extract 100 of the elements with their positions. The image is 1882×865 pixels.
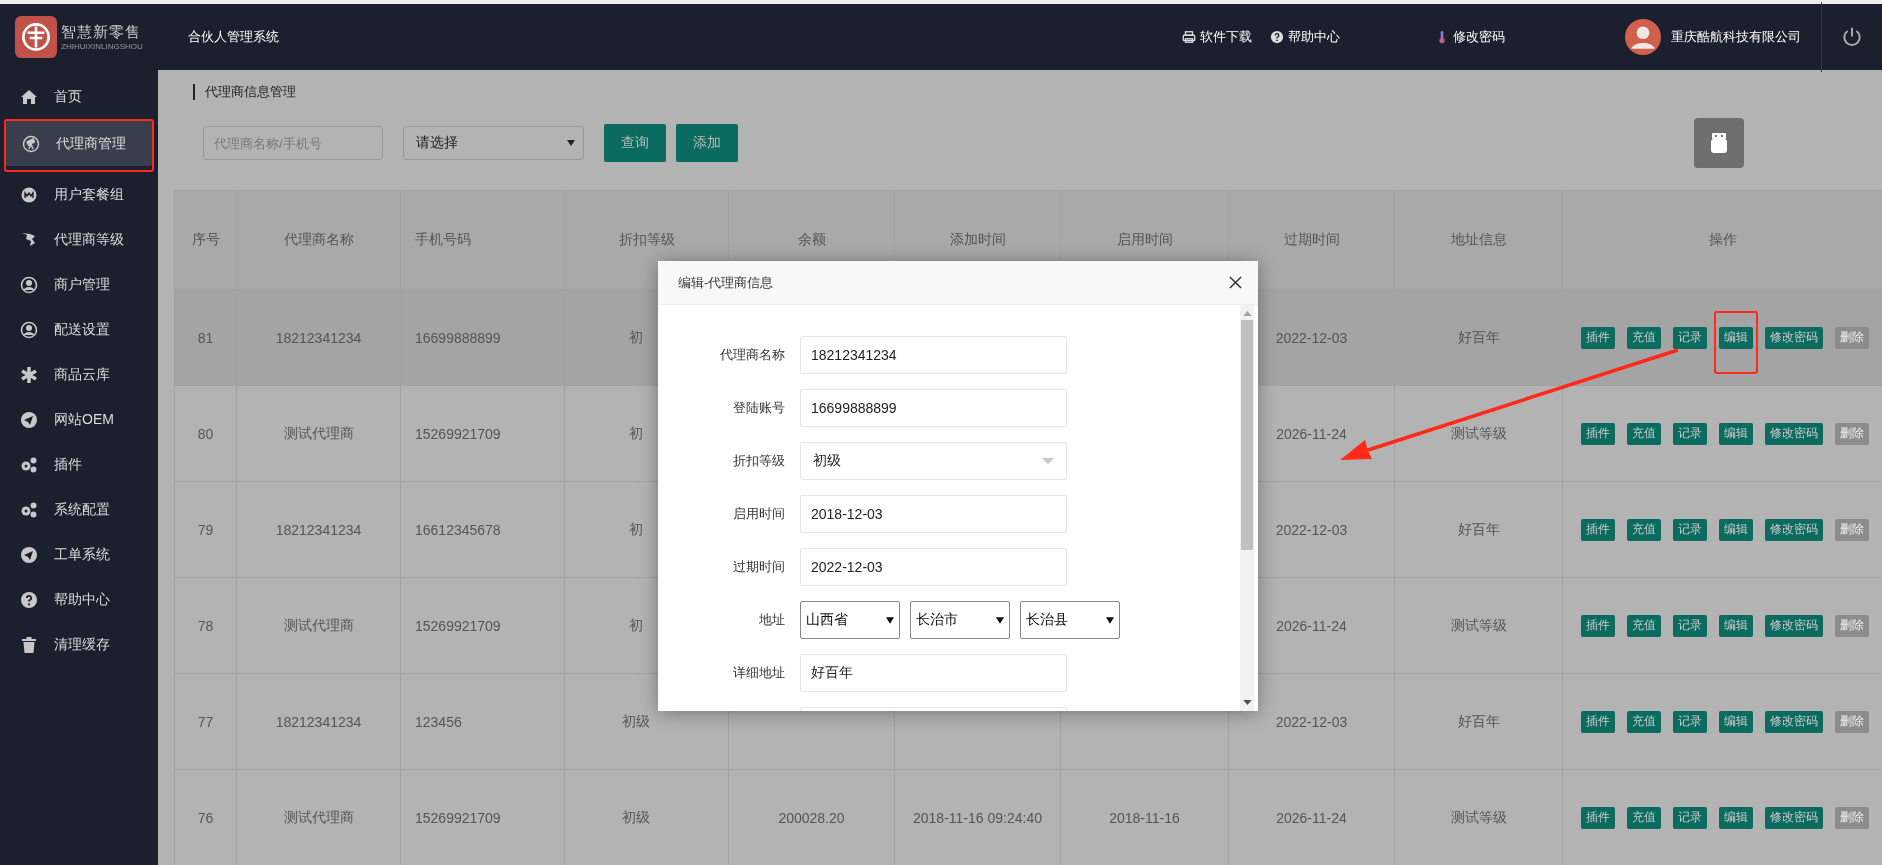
table-cell: 15269921709	[415, 809, 501, 826]
top-link[interactable]: 软件下载	[1182, 28, 1252, 46]
close-button[interactable]	[1227, 274, 1244, 291]
brand-name: 智慧新零售	[61, 23, 142, 42]
table-cell: 初级	[621, 808, 650, 825]
user-circle-icon	[20, 320, 38, 339]
action-button[interactable]: 记录	[1673, 806, 1707, 829]
select-field[interactable]: 长治市	[910, 601, 1010, 639]
sidebar-item[interactable]: 工单系统	[4, 532, 154, 577]
sidebar-item[interactable]: 代理商管理	[6, 121, 152, 166]
table-cell: 好百年	[1457, 712, 1500, 729]
input-field[interactable]: 2018-12-03	[800, 495, 1067, 533]
action-button[interactable]: 充值	[1627, 806, 1661, 829]
action-button[interactable]: 插件	[1581, 614, 1615, 637]
table-cell: 78	[197, 617, 214, 634]
help-icon	[1270, 30, 1284, 44]
field-label: 详细地址	[732, 664, 785, 682]
action-button[interactable]: 充值	[1627, 614, 1661, 637]
table-cell: 2026-11-24	[1276, 425, 1347, 442]
sidebar-item[interactable]: 帮助中心	[4, 577, 154, 622]
filter-button[interactable]: 查询	[604, 124, 666, 162]
top-link[interactable]: 修改密码	[1435, 28, 1505, 46]
action-button[interactable]: 修改密码	[1765, 326, 1823, 349]
table-cell: 测试代理商	[283, 616, 354, 633]
sidebar-item[interactable]: 首页	[4, 74, 154, 119]
badge-icon	[20, 185, 38, 204]
action-button[interactable]: 编辑	[1719, 326, 1753, 349]
sidebar-item[interactable]: 清理缓存	[4, 622, 154, 667]
table-cell: 2026-11-24	[1276, 617, 1347, 634]
action-button[interactable]: 充值	[1627, 518, 1661, 541]
field-label: 代理商名称	[719, 346, 785, 364]
scrollbar-thumb[interactable]	[1241, 320, 1253, 550]
table-cell: 123456	[415, 713, 462, 730]
input-field[interactable]: 16699888899	[800, 389, 1067, 427]
trash-icon	[20, 635, 38, 654]
table-cell: 2018-11-16 09:24:40	[913, 809, 1042, 826]
usb-icon	[1709, 131, 1729, 155]
table-cell: 初	[628, 616, 643, 633]
table-cell: 测试等级	[1450, 616, 1507, 633]
column-header: 序号	[174, 190, 237, 290]
input-field[interactable]: 2022-12-03	[800, 548, 1067, 586]
table-cell: 初级	[621, 712, 650, 729]
input-field[interactable]: 好百年	[800, 654, 1067, 692]
sidebar-item[interactable]: 网站OEM	[4, 397, 154, 442]
action-button[interactable]: 修改密码	[1765, 614, 1823, 637]
sidebar-item[interactable]: 商户管理	[4, 262, 154, 307]
select-field[interactable]: 请选择	[403, 126, 584, 160]
select-field[interactable]: 长治县	[1020, 601, 1120, 639]
table-cell: 80	[197, 425, 214, 442]
table-cell: 2018-11-16	[1109, 809, 1180, 826]
action-button[interactable]: 编辑	[1719, 518, 1753, 541]
action-button[interactable]: 插件	[1581, 326, 1615, 349]
action-button[interactable]: 充值	[1627, 710, 1661, 733]
table-cell: 15269921709	[415, 425, 501, 442]
action-button[interactable]: 修改密码	[1765, 518, 1823, 541]
select-field[interactable]: 山西省	[800, 601, 900, 639]
action-button[interactable]: 插件	[1581, 806, 1615, 829]
action-button[interactable]: 编辑	[1719, 710, 1753, 733]
action-button[interactable]: 编辑	[1719, 422, 1753, 445]
action-button[interactable]: 记录	[1673, 422, 1707, 445]
action-button[interactable]: 编辑	[1719, 806, 1753, 829]
table-cell: 2022-12-03	[1275, 713, 1348, 730]
action-button[interactable]: 编辑	[1719, 614, 1753, 637]
system-title: 合伙人管理系统	[188, 28, 279, 46]
action-button[interactable]: 插件	[1581, 518, 1615, 541]
action-button[interactable]: 记录	[1673, 518, 1707, 541]
usb-button[interactable]	[1694, 118, 1744, 168]
home-icon	[20, 87, 38, 106]
table-cell: 18212341234	[275, 521, 362, 538]
table-cell: 测试代理商	[283, 424, 354, 441]
printer-icon	[1182, 30, 1196, 44]
power-icon	[1841, 26, 1863, 48]
select-field[interactable]: 初级	[800, 442, 1067, 480]
field-label: 启用时间	[732, 505, 785, 523]
logo-icon	[15, 16, 57, 58]
sidebar-item[interactable]: 插件	[4, 442, 154, 487]
top-link[interactable]: 帮助中心	[1270, 28, 1340, 46]
input-field[interactable]: 18212341234	[800, 336, 1067, 374]
action-button[interactable]: 修改密码	[1765, 422, 1823, 445]
action-button[interactable]: 记录	[1673, 614, 1707, 637]
action-button[interactable]: 插件	[1581, 710, 1615, 733]
sidebar-item[interactable]: 配送设置	[4, 307, 154, 352]
action-button[interactable]: 插件	[1581, 422, 1615, 445]
send-icon	[20, 410, 38, 429]
table-cell: 初	[628, 424, 643, 441]
filter-button[interactable]: 添加	[676, 124, 738, 162]
action-button[interactable]: 修改密码	[1765, 806, 1823, 829]
sidebar-item[interactable]: 系统配置	[4, 487, 154, 532]
sidebar-item[interactable]: 商品云库	[4, 352, 154, 397]
action-button[interactable]: 记录	[1673, 710, 1707, 733]
action-button[interactable]: 修改密码	[1765, 710, 1823, 733]
sidebar-item[interactable]: 代理商等级	[4, 217, 154, 262]
table-cell: 76	[197, 809, 214, 826]
action-button[interactable]: 充值	[1627, 422, 1661, 445]
action-button[interactable]: 充值	[1627, 326, 1661, 349]
action-button[interactable]: 记录	[1673, 326, 1707, 349]
company-name: 重庆酷航科技有限公司	[1671, 28, 1801, 46]
table-cell: 18212341234	[275, 329, 362, 346]
table-cell: 初	[628, 520, 643, 537]
sidebar-item[interactable]: 用户套餐组	[4, 172, 154, 217]
